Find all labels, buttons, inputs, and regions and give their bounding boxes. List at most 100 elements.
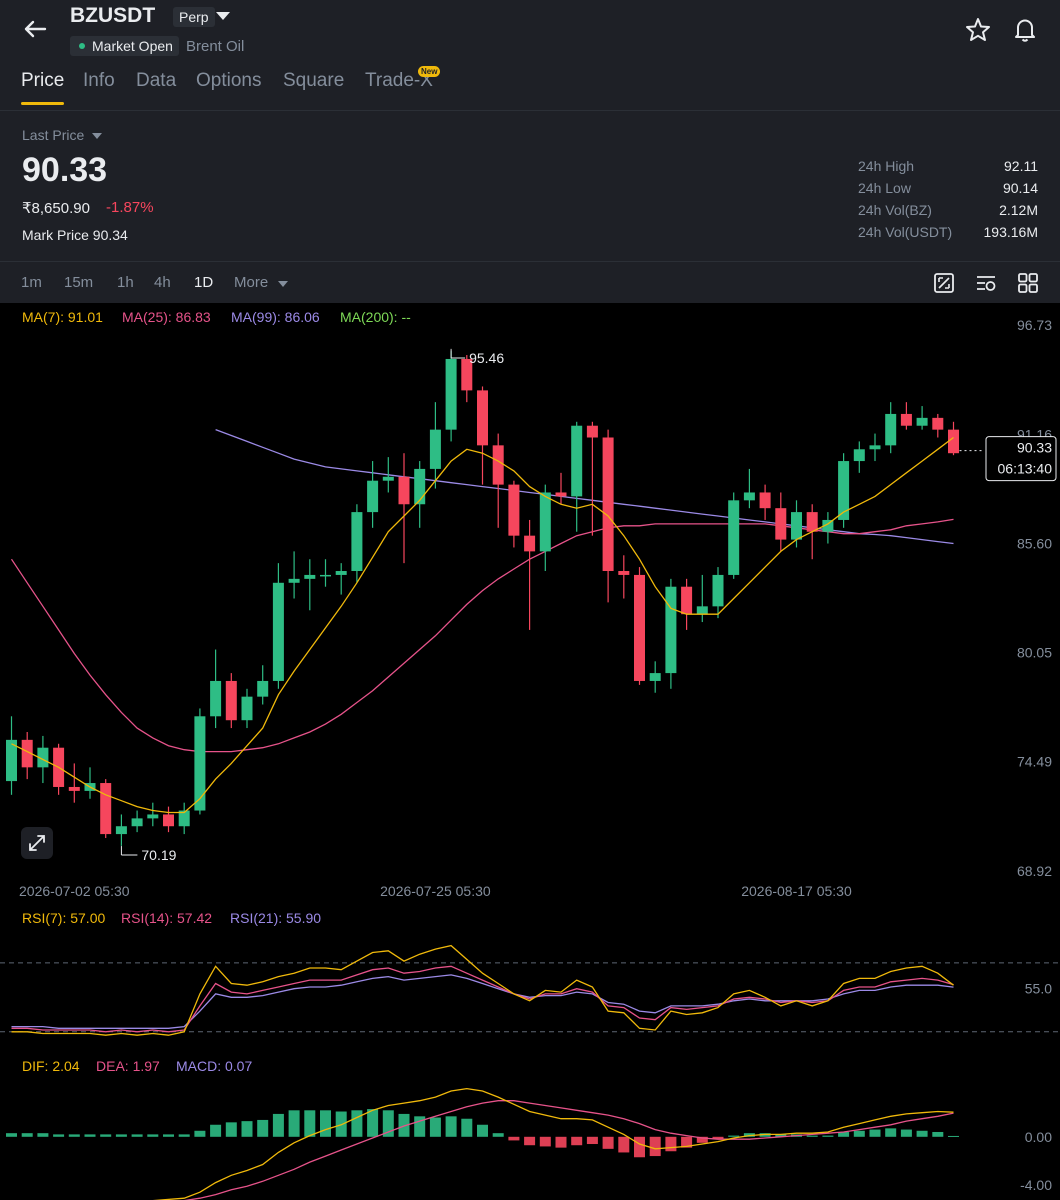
- macd-y-tick-label: -4.00: [1020, 1177, 1052, 1193]
- chart-settings-icon[interactable]: [933, 272, 955, 294]
- market-status-label: Market Open: [92, 38, 173, 54]
- macd-histogram-bar: [163, 1134, 174, 1137]
- inr-price: ₹8,650.90: [22, 200, 90, 217]
- candle-body: [398, 476, 410, 505]
- active-tab-underline: [21, 102, 64, 105]
- macd-histogram-bar: [304, 1110, 316, 1137]
- macd-histogram-bar: [618, 1136, 630, 1153]
- caret-down-icon[interactable]: [92, 133, 102, 139]
- tab-price[interactable]: Price: [21, 70, 64, 92]
- back-arrow-icon[interactable]: [20, 14, 50, 44]
- candle-body: [524, 535, 536, 552]
- candle-body: [618, 571, 630, 575]
- macd-histogram-bar: [571, 1136, 583, 1146]
- candle-body: [869, 445, 881, 450]
- rsi-series-line: [11, 944, 954, 1036]
- interval-more[interactable]: More: [234, 274, 268, 291]
- candle-body: [351, 512, 363, 572]
- ma-legend-label: MA(200): --: [340, 309, 411, 325]
- candle-body: [100, 783, 112, 835]
- bell-icon[interactable]: [1011, 15, 1039, 43]
- caret-down-icon[interactable]: [278, 281, 288, 287]
- interval-15m[interactable]: 15m: [64, 274, 93, 291]
- candle-body: [131, 818, 143, 827]
- macd-histogram-bar: [178, 1134, 190, 1137]
- candle-body: [712, 574, 724, 607]
- candle-body: [586, 425, 598, 438]
- interval-1d[interactable]: 1D: [194, 274, 213, 291]
- macd-histogram-bar: [100, 1134, 112, 1137]
- ma-legend-label: MA(99): 86.06: [231, 309, 320, 325]
- tab-bar: Price Info Data Options Square Trade-X N…: [0, 66, 1060, 110]
- star-icon[interactable]: [964, 16, 992, 44]
- new-badge: New: [418, 66, 441, 77]
- candle-body: [367, 480, 379, 513]
- current-price-tag-countdown: 06:13:40: [998, 461, 1053, 477]
- interval-1m[interactable]: 1m: [21, 274, 42, 291]
- stat-24h-low-label: 24h Low: [858, 180, 911, 196]
- macd-histogram-bar: [445, 1116, 457, 1137]
- candle-body: [555, 492, 567, 497]
- candle-body: [210, 680, 222, 717]
- candle-body: [539, 492, 551, 552]
- candle-body: [304, 574, 316, 579]
- macd-histogram-bar: [225, 1122, 237, 1137]
- candle-body: [288, 578, 300, 583]
- expand-icon: [29, 835, 45, 851]
- macd-histogram-bar: [477, 1124, 488, 1137]
- layout-grid-icon[interactable]: [1017, 272, 1039, 294]
- tab-info[interactable]: Info: [83, 70, 115, 92]
- candle-body: [838, 461, 850, 520]
- candle-body: [429, 429, 441, 469]
- interval-1h[interactable]: 1h: [117, 274, 134, 291]
- dif-line: [152, 1087, 954, 1200]
- ma-legend-label: MA(7): 91.01: [22, 309, 103, 325]
- chevron-down-icon[interactable]: [216, 12, 230, 20]
- last-price-label[interactable]: Last Price: [22, 127, 84, 143]
- macd-histogram-bar: [37, 1133, 49, 1137]
- interval-4h[interactable]: 4h: [154, 274, 171, 291]
- macd-y-tick-label: 0.00: [1025, 1129, 1052, 1145]
- tab-square[interactable]: Square: [283, 70, 344, 92]
- candle-body: [900, 413, 912, 426]
- stat-24h-vol-bz-label: 24h Vol(BZ): [858, 202, 932, 218]
- tab-data[interactable]: Data: [136, 70, 176, 92]
- candle-body: [241, 696, 253, 721]
- macd-histogram-bar: [634, 1136, 645, 1158]
- candle-body: [681, 586, 693, 615]
- macd-histogram-bar: [53, 1134, 65, 1137]
- macd-histogram-bar: [885, 1128, 897, 1137]
- candle-body: [335, 571, 347, 575]
- candle-body: [759, 492, 771, 509]
- chart-area[interactable]: MA(7): 91.01 MA(25): 86.83 MA(99): 86.06 MA…: [0, 303, 1060, 1200]
- candle-body: [68, 786, 80, 791]
- macd-histogram-bar: [241, 1121, 253, 1137]
- candle-body: [885, 413, 897, 446]
- macd-legend-label: MACD: 0.07: [176, 1058, 252, 1074]
- macd-histogram-bar: [586, 1136, 598, 1145]
- expand-button[interactable]: [21, 827, 53, 859]
- candle-body: [948, 429, 959, 454]
- macd-histogram-bar: [21, 1133, 33, 1137]
- candle-body: [602, 437, 614, 572]
- macd-histogram-bar: [728, 1135, 740, 1137]
- rsi-series-line: [11, 974, 954, 1029]
- candle-body: [194, 716, 206, 811]
- candle-body: [571, 425, 583, 497]
- tab-options[interactable]: Options: [196, 70, 261, 92]
- kline-chart-svg[interactable]: MA(7): 91.01 MA(25): 86.83 MA(99): 86.06 MA…: [0, 303, 1060, 1200]
- low-marker-label: 70.19: [141, 847, 176, 863]
- status-dot-icon: [79, 43, 85, 49]
- high-marker-line: [450, 348, 466, 359]
- macd-histogram-bar: [948, 1135, 959, 1137]
- indicator-settings-icon[interactable]: [975, 272, 997, 294]
- candle-body: [445, 358, 457, 430]
- candle-body: [853, 449, 865, 462]
- symbol-title[interactable]: BZUSDT: [70, 4, 155, 28]
- mark-price-label: Mark Price: [22, 227, 89, 243]
- x-axis-tick-label: 2026-07-02 05:30: [19, 883, 130, 899]
- macd-histogram-bar: [257, 1119, 269, 1137]
- macd-histogram-bar: [84, 1134, 96, 1137]
- high-marker-label: 95.46: [469, 350, 504, 366]
- candle-body: [916, 417, 928, 426]
